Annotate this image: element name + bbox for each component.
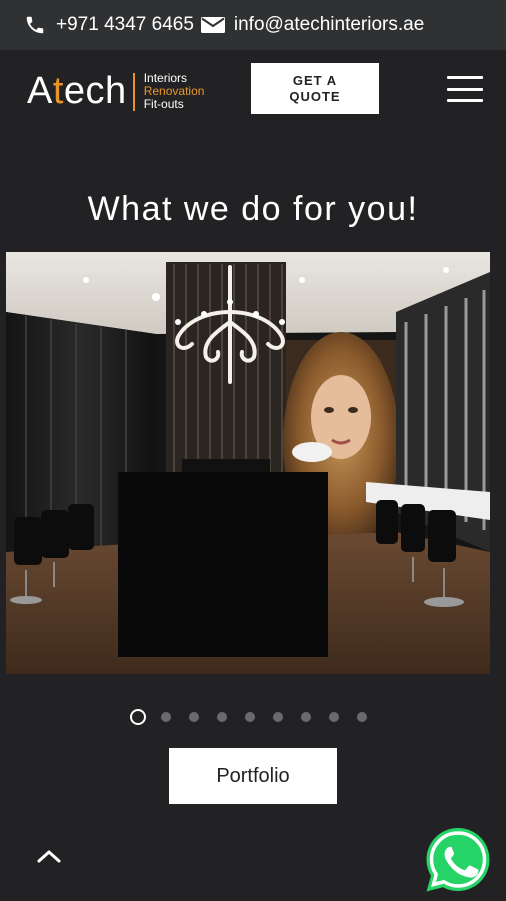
- slider-dot[interactable]: [217, 712, 227, 722]
- logo-wordmark: Atech: [27, 70, 127, 112]
- logo-divider: [132, 72, 135, 111]
- slider-dot[interactable]: [161, 712, 171, 722]
- portfolio-button[interactable]: Portfolio: [169, 748, 337, 804]
- slider-dot[interactable]: [357, 712, 367, 722]
- logo-tagline: Interiors Renovation Fit-outs: [143, 71, 205, 111]
- slider-dot[interactable]: [245, 712, 255, 722]
- envelope-icon[interactable]: [200, 12, 226, 38]
- slider-dot-active[interactable]: [130, 709, 146, 725]
- logo[interactable]: Atech Interiors Renovation Fit-outs: [27, 70, 204, 113]
- email-address[interactable]: info@atechinteriors.ae: [234, 14, 424, 36]
- slider-dot[interactable]: [301, 712, 311, 722]
- whatsapp-icon[interactable]: [422, 824, 494, 896]
- slider-dot[interactable]: [329, 712, 339, 722]
- phone-icon[interactable]: [22, 12, 48, 38]
- slider-dot[interactable]: [273, 712, 283, 722]
- contact-bar: +971 4347 6465 info@atechinteriors.ae: [0, 0, 506, 50]
- phone-number[interactable]: +971 4347 6465: [56, 14, 194, 36]
- get-a-quote-button[interactable]: GET A QUOTE: [251, 63, 379, 114]
- chevron-up-icon[interactable]: [34, 844, 64, 868]
- slider-dots: [130, 709, 385, 725]
- slider-image[interactable]: [6, 252, 490, 674]
- slider-dot[interactable]: [189, 712, 199, 722]
- section-heading: What we do for you!: [87, 190, 419, 228]
- hamburger-icon[interactable]: [447, 76, 483, 102]
